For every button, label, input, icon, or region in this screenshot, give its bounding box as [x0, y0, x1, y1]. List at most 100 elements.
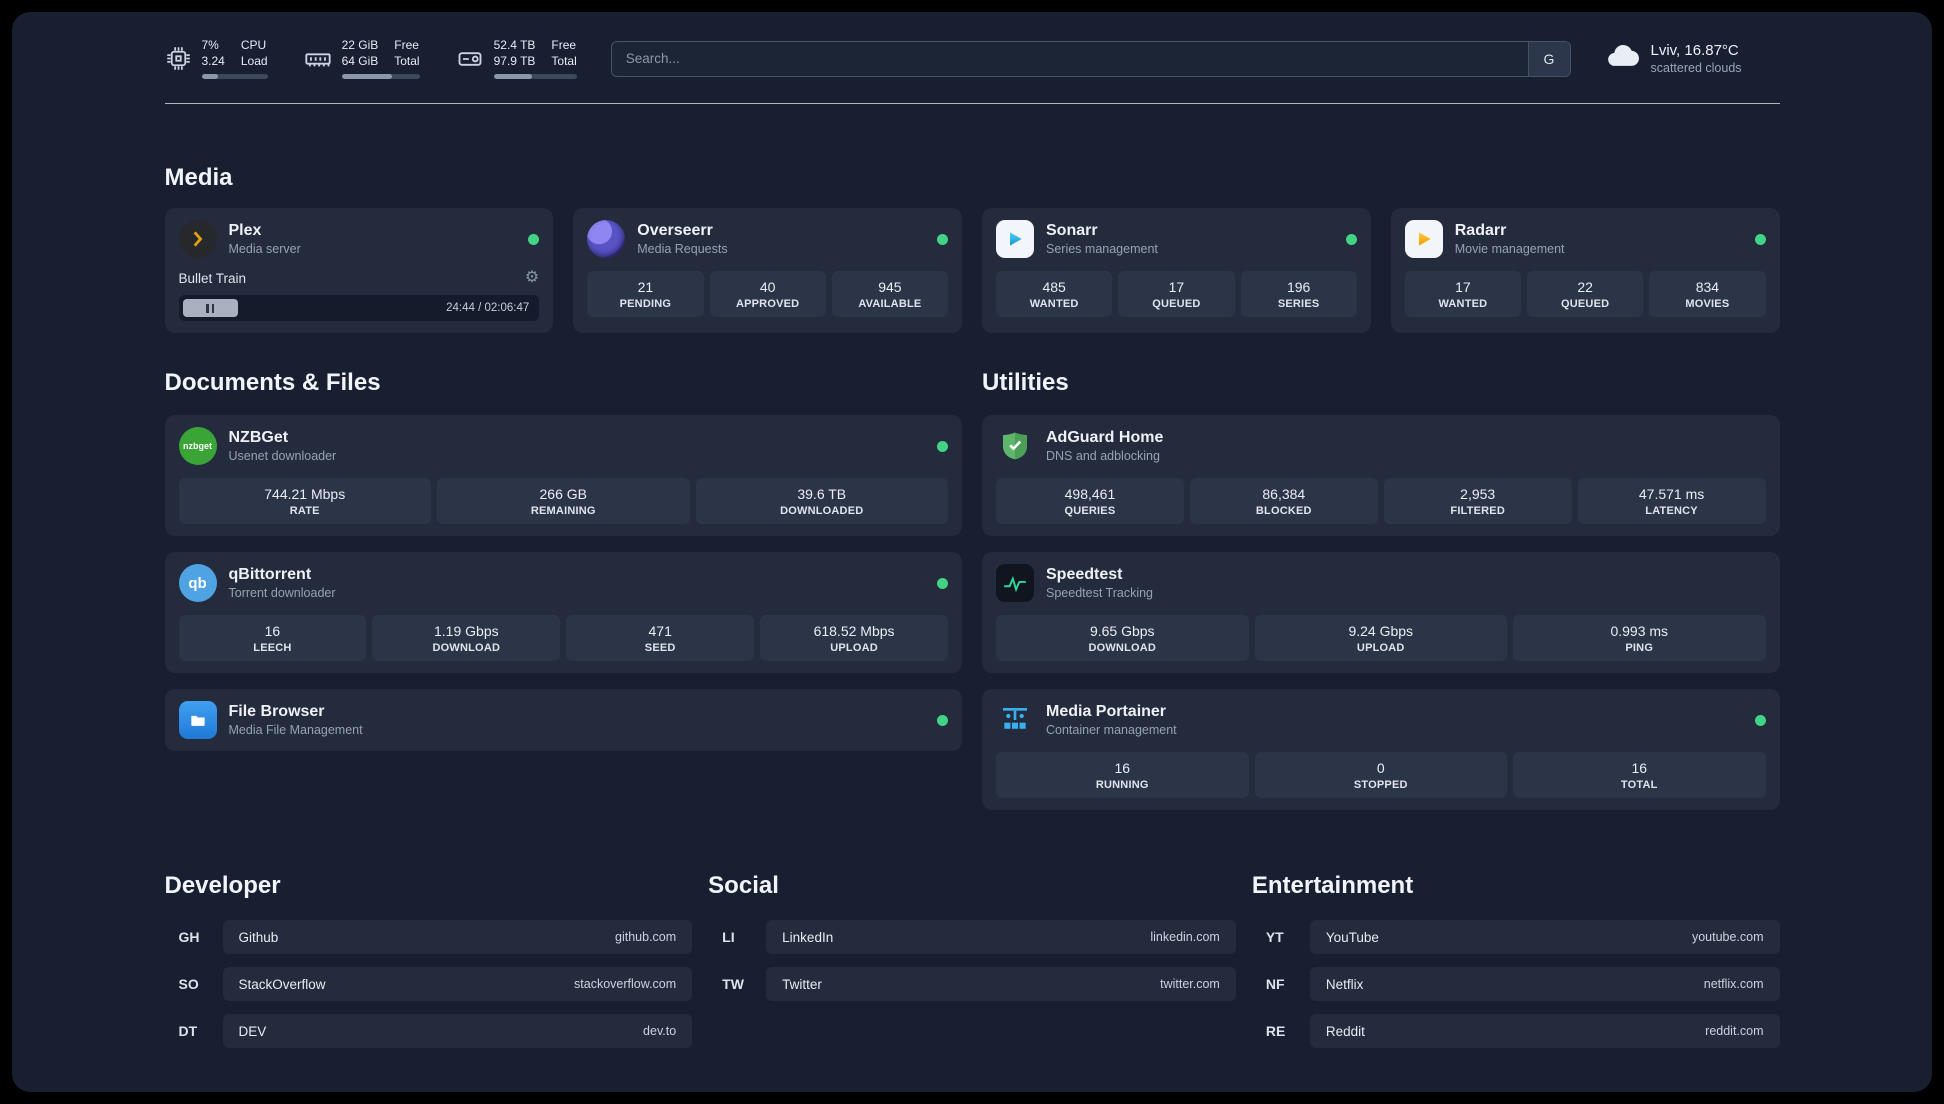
bookmark-name: DEV — [238, 1023, 267, 1039]
pause-button[interactable] — [182, 299, 238, 317]
ram-free-label: Free — [394, 38, 419, 53]
ram-widget: 22 GiB 64 GiB Free Total — [304, 38, 420, 79]
disk-widget: 52.4 TB 97.9 TB Free Total — [456, 38, 577, 79]
app-card-adguard[interactable]: AdGuard Home DNS and adblocking 498,461 Q… — [982, 415, 1780, 536]
weather-condition: scattered clouds — [1650, 61, 1742, 75]
app-subtitle: DNS and adblocking — [1046, 449, 1160, 463]
disk-progress-bar — [493, 73, 577, 79]
app-title: Sonarr — [1046, 222, 1098, 239]
stat-rate: 744.21 Mbps RATE — [178, 478, 431, 524]
bookmark-stackoverflow[interactable]: SO StackOverflow stackoverflow.com — [165, 967, 693, 1001]
stat-upload: 618.52 Mbps UPLOAD — [760, 615, 948, 661]
stat-queued: 22 QUEUED — [1527, 271, 1644, 317]
app-subtitle: Media File Management — [228, 723, 363, 737]
cpu-load-label: Load — [240, 54, 268, 68]
stat-wanted: 17 WANTED — [1404, 271, 1521, 317]
bookmark-name: YouTube — [1325, 929, 1379, 945]
qbittorrent-icon: qb — [178, 564, 217, 602]
stat-stopped: 0 STOPPED — [1254, 752, 1507, 798]
bookmark-url: twitter.com — [1160, 977, 1220, 991]
bookmark-abbr: LI — [722, 929, 735, 945]
bookmark-url: youtube.com — [1691, 930, 1764, 944]
bookmark-name: StackOverflow — [238, 976, 326, 992]
bookmark-name: Reddit — [1325, 1023, 1365, 1039]
disk-free-value: 52.4 TB — [493, 38, 536, 53]
app-subtitle: Movie management — [1454, 242, 1565, 256]
bookmark-abbr: DT — [178, 1023, 198, 1039]
app-card-overseerr[interactable]: Overseerr Media Requests 21 PENDING 40 APP… — [573, 208, 962, 333]
app-title: Overseerr — [637, 222, 713, 239]
app-subtitle: Media server — [228, 242, 301, 256]
bookmark-abbr: SO — [178, 976, 199, 992]
cpu-widget: 7% 3.24 CPU Load — [165, 38, 268, 79]
search-engine-button[interactable]: G — [1527, 41, 1570, 76]
bookmark-netflix[interactable]: NF Netflix netflix.com — [1252, 967, 1780, 1001]
app-title: File Browser — [228, 703, 325, 720]
radarr-icon — [1404, 220, 1443, 258]
status-dot — [1754, 714, 1766, 726]
bookmark-url: github.com — [615, 930, 677, 944]
bookmark-url: reddit.com — [1705, 1024, 1764, 1038]
stat-ping: 0.993 ms PING — [1513, 615, 1766, 661]
stat-download: 9.65 Gbps DOWNLOAD — [996, 615, 1249, 661]
stat-blocked: 86,384 BLOCKED — [1189, 478, 1378, 524]
app-card-plex[interactable]: Plex Media server Bullet Train ⚙ 24:44 /… — [164, 208, 554, 333]
section-title-entertainment: Entertainment — [1251, 872, 1414, 899]
status-dot — [1345, 233, 1357, 245]
app-title: AdGuard Home — [1046, 429, 1164, 446]
portainer-icon — [996, 701, 1034, 739]
stat-filtered: 2,953 FILTERED — [1383, 478, 1572, 524]
app-subtitle: Media Requests — [637, 242, 728, 256]
section-title-developer: Developer — [164, 872, 281, 899]
app-card-radarr[interactable]: Radarr Movie management 17 WANTED 22 QUEUE… — [1390, 208, 1780, 333]
bookmark-linkedin[interactable]: LI LinkedIn linkedin.com — [708, 920, 1236, 954]
bookmark-github[interactable]: GH Github github.com — [165, 920, 693, 954]
app-title: qBittorrent — [228, 566, 312, 583]
section-title-documents: Documents & Files — [164, 369, 381, 396]
bookmark-name: Github — [238, 929, 279, 945]
stat-series: 196 SERIES — [1240, 271, 1357, 317]
nzbget-icon: nzbget — [178, 427, 217, 465]
app-card-filebrowser[interactable]: File Browser Media File Management — [164, 689, 962, 751]
app-title: Media Portainer — [1046, 703, 1167, 720]
system-stats: 7% 3.24 CPU Load 22 GiB 64 GiB Free Tota… — [165, 38, 577, 79]
stat-download: 1.19 Gbps DOWNLOAD — [372, 615, 561, 661]
bookmark-dev[interactable]: DT DEV dev.to — [165, 1014, 693, 1048]
bookmarks-entertainment: Entertainment YT YouTube youtube.com NF N… — [1252, 872, 1780, 1061]
bookmark-twitter[interactable]: TW Twitter twitter.com — [708, 967, 1236, 1001]
stat-total: 16 TOTAL — [1513, 752, 1766, 798]
stat-latency: 47.571 ms LATENCY — [1577, 478, 1766, 524]
bookmark-name: LinkedIn — [782, 929, 834, 945]
bookmark-youtube[interactable]: YT YouTube youtube.com — [1252, 920, 1780, 954]
status-dot — [937, 233, 948, 245]
cloud-icon — [1605, 38, 1641, 79]
bookmark-reddit[interactable]: RE Reddit reddit.com — [1252, 1014, 1780, 1048]
adguard-icon — [996, 427, 1034, 465]
cpu-label: CPU — [240, 38, 267, 53]
bookmark-abbr: YT — [1265, 929, 1284, 945]
status-dot — [937, 440, 948, 452]
ram-icon — [304, 45, 332, 73]
app-card-qbittorrent[interactable]: qb qBittorrent Torrent downloader 16 LEEC… — [164, 552, 962, 673]
cpu-icon — [165, 45, 192, 72]
stat-queries: 498,461 QUERIES — [996, 478, 1184, 524]
status-dot — [937, 714, 948, 726]
app-card-nzbget[interactable]: nzbget NZBGet Usenet downloader 744.21 M… — [164, 415, 962, 536]
weather-location: Lviv, 16.87°C — [1650, 42, 1739, 59]
bookmark-abbr: RE — [1265, 1023, 1286, 1039]
section-title-media: Media — [164, 164, 233, 191]
utilities-column: Utilities AdGuard Home DNS and adblockin… — [982, 369, 1780, 810]
stat-upload: 9.24 Gbps UPLOAD — [1254, 615, 1507, 661]
app-card-speedtest[interactable]: Speedtest Speedtest Tracking 9.65 Gbps DO… — [982, 552, 1780, 673]
bookmark-name: Twitter — [782, 976, 822, 992]
app-card-sonarr[interactable]: Sonarr Series management 485 WANTED 17 QUE… — [982, 208, 1371, 333]
playback-progress-bar[interactable]: 24:44 / 02:06:47 — [178, 295, 540, 321]
app-card-portainer[interactable]: Media Portainer Container management 16 R… — [982, 689, 1780, 810]
app-subtitle: Series management — [1046, 242, 1158, 256]
stat-leech: 16 LEECH — [178, 615, 367, 661]
disk-icon — [456, 45, 484, 73]
settings-gear-icon[interactable]: ⚙ — [525, 270, 539, 286]
bookmark-url: linkedin.com — [1150, 930, 1220, 944]
search-input[interactable] — [611, 41, 1528, 76]
sonarr-icon — [996, 220, 1034, 258]
